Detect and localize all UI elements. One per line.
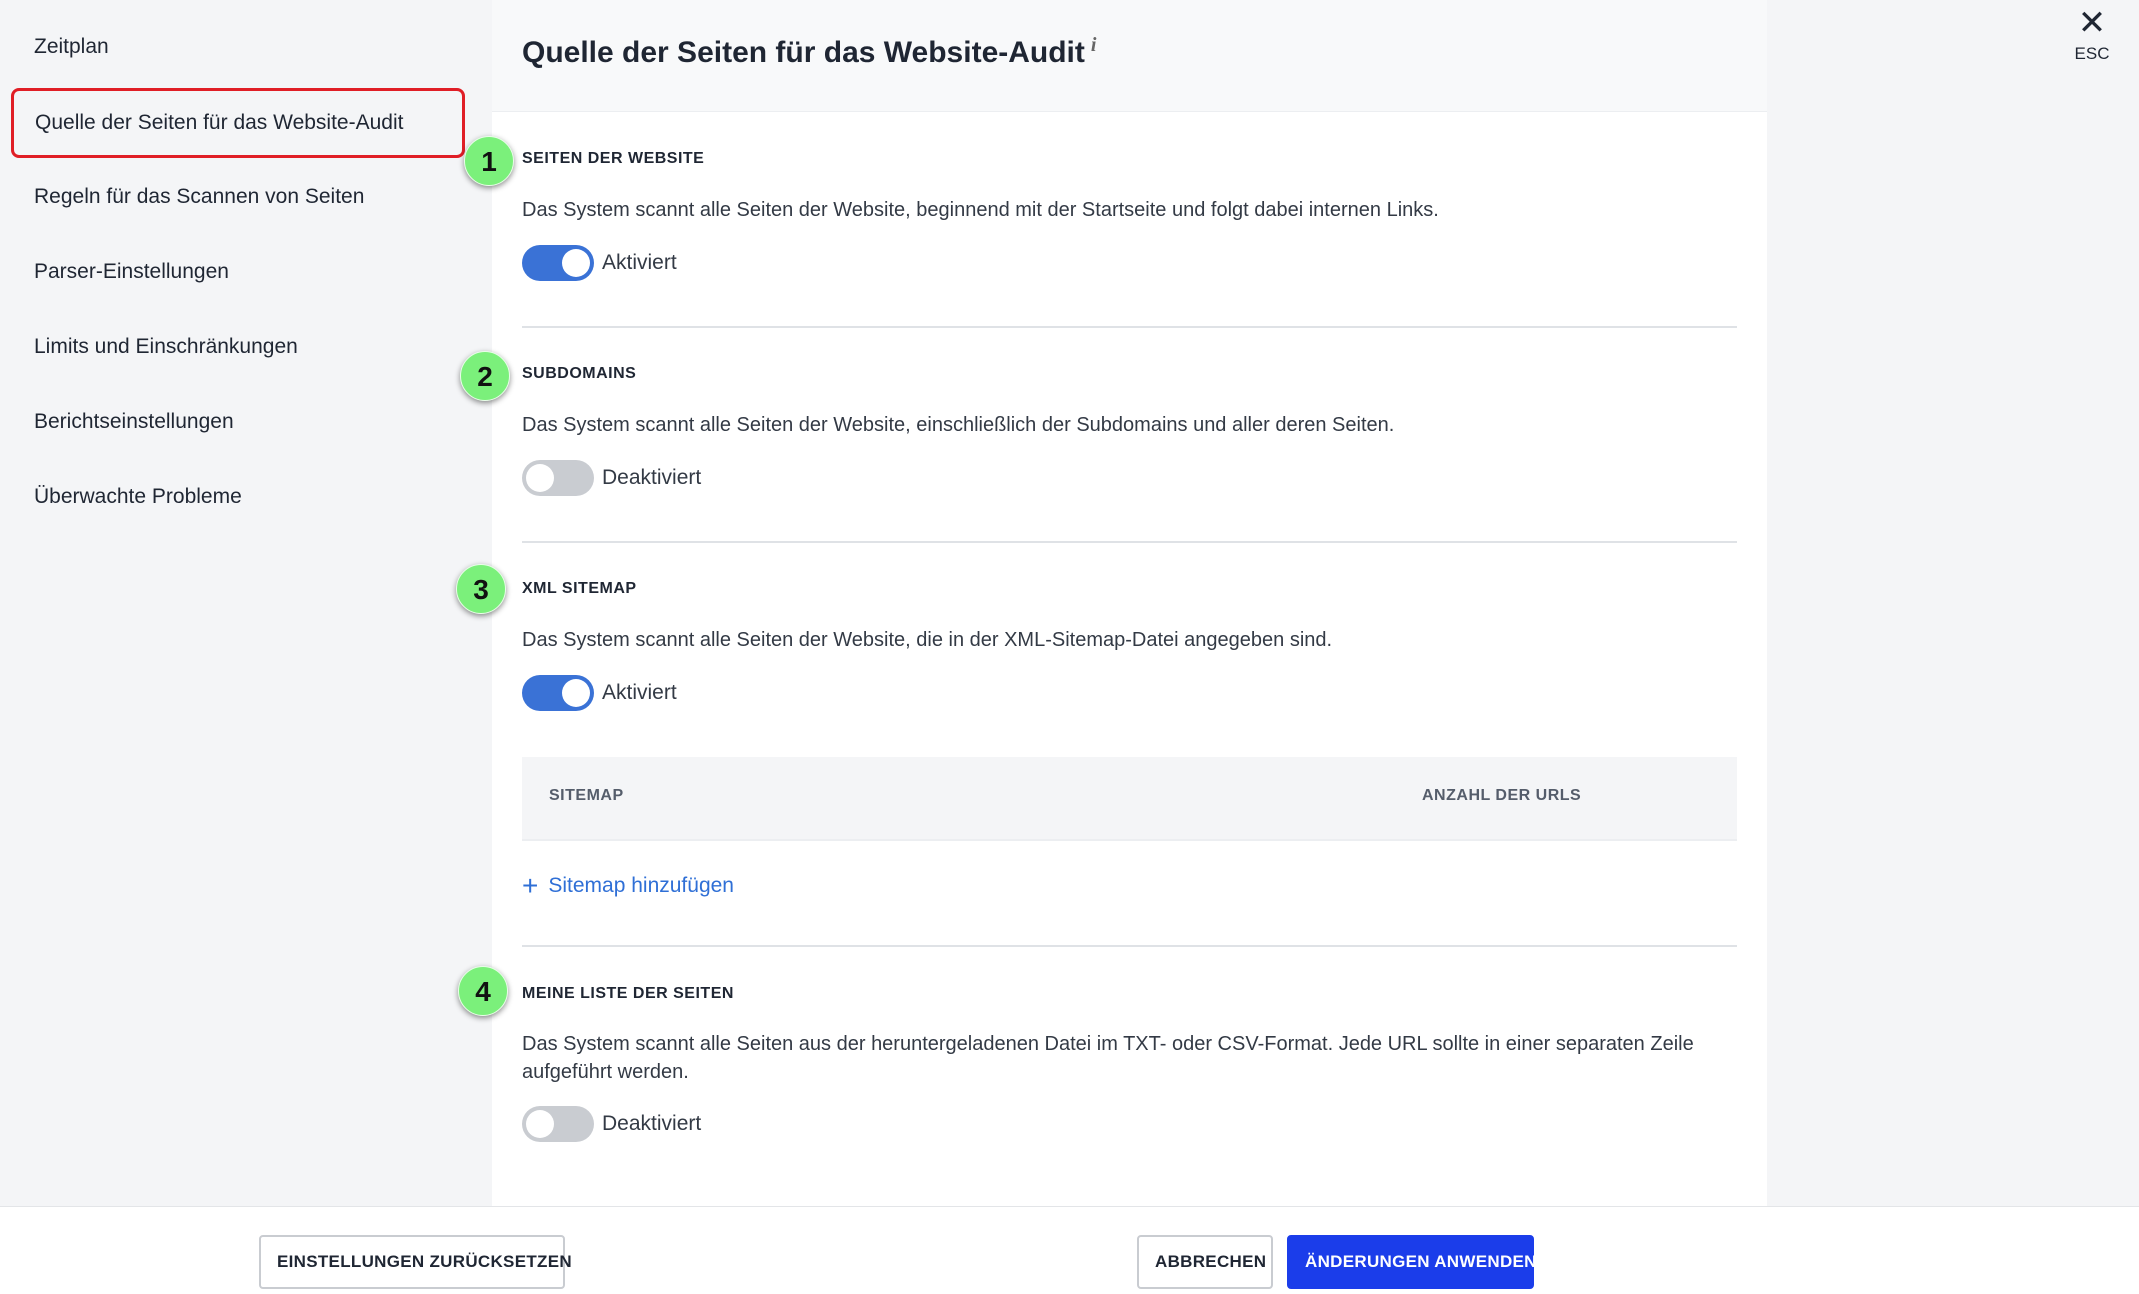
toggle-switch-my-page-list[interactable] [522, 1106, 594, 1142]
section-desc-my-page-list: Das System scannt alle Seiten aus der he… [522, 1033, 1694, 1083]
settings-panel: Quelle der Seiten für das Website-Audit i… [492, 0, 1767, 1206]
close-button[interactable]: ✕ ESC [2070, 6, 2114, 66]
sidebar-item-page-source[interactable]: Quelle der Seiten für das Website-Audit [11, 88, 465, 158]
section-desc-website-pages: Das System scannt alle Seiten der Websit… [522, 199, 1439, 221]
toggle-knob [526, 464, 554, 492]
section-divider [522, 541, 1737, 543]
apply-changes-button[interactable]: ÄNDERUNGEN ANWENDEN [1287, 1235, 1536, 1289]
toggle-knob [562, 249, 590, 277]
toggle-knob [526, 1110, 554, 1138]
section-desc-subdomains: Das System scannt alle Seiten der Websit… [522, 414, 1395, 436]
settings-sidebar: Zeitplan Quelle der Seiten für das Websi… [0, 0, 492, 1206]
esc-label: ESC [2074, 44, 2110, 63]
toggle-website-pages[interactable]: Aktiviert [522, 245, 677, 281]
annotation-badge-4: 4 [458, 966, 508, 1016]
sidebar-item-limits[interactable]: Limits und Einschränkungen [34, 329, 298, 365]
annotation-badge-2: 2 [460, 351, 510, 401]
toggle-switch-website-pages[interactable] [522, 245, 594, 281]
plus-icon: + [522, 870, 539, 901]
toggle-switch-subdomains[interactable] [522, 460, 594, 496]
toggle-my-page-list[interactable]: Deaktiviert [522, 1106, 701, 1142]
section-divider [522, 326, 1737, 328]
toggle-knob [562, 679, 590, 707]
page-title: Quelle der Seiten für das Website-Audit i [522, 34, 1096, 70]
section-divider [522, 945, 1737, 947]
panel-header: Quelle der Seiten für das Website-Audit i [492, 0, 1767, 112]
toggle-xml-sitemap[interactable]: Aktiviert [522, 675, 677, 711]
add-sitemap-label: Sitemap hinzufügen [548, 874, 734, 897]
toggle-status-xml-sitemap: Aktiviert [602, 681, 677, 704]
section-title-website-pages: SEITEN DER WEBSITE [522, 150, 705, 167]
footer-bar: EINSTELLUNGEN ZURÜCKSETZEN ABBRECHEN ÄND… [0, 1206, 2139, 1294]
info-icon[interactable]: i [1091, 34, 1097, 56]
table-header-url-count: ANZAHL DER URLS [1422, 787, 1582, 804]
sidebar-item-monitored-issues[interactable]: Überwachte Probleme [34, 479, 242, 515]
toggle-status-subdomains: Deaktiviert [602, 466, 702, 489]
sidebar-item-report-settings[interactable]: Berichtseinstellungen [34, 404, 234, 440]
annotation-badge-3: 3 [456, 564, 506, 614]
reset-settings-button[interactable]: EINSTELLUNGEN ZURÜCKSETZEN [259, 1235, 572, 1289]
section-title-my-page-list: MEINE LISTE DER SEITEN [522, 985, 734, 1002]
toggle-status-website-pages: Aktiviert [602, 251, 677, 274]
table-header-sitemap: SITEMAP [549, 787, 624, 804]
sidebar-item-zeitplan[interactable]: Zeitplan [34, 29, 109, 65]
section-desc-xml-sitemap: Das System scannt alle Seiten der Websit… [522, 629, 1333, 651]
toggle-subdomains[interactable]: Deaktiviert [522, 460, 701, 496]
sidebar-item-parser-settings[interactable]: Parser-Einstellungen [34, 254, 229, 290]
sidebar-item-scan-rules[interactable]: Regeln für das Scannen von Seiten [34, 179, 364, 215]
toggle-switch-xml-sitemap[interactable] [522, 675, 594, 711]
section-title-xml-sitemap: XML SITEMAP [522, 580, 637, 597]
page-title-text: Quelle der Seiten für das Website-Audit [522, 36, 1085, 69]
close-icon: ✕ [2077, 4, 2107, 42]
cancel-button[interactable]: ABBRECHEN [1137, 1235, 1273, 1289]
add-sitemap-link[interactable]: + Sitemap hinzufügen [522, 872, 734, 900]
annotation-badge-1: 1 [464, 136, 514, 186]
toggle-status-my-page-list: Deaktiviert [602, 1112, 702, 1135]
section-title-subdomains: SUBDOMAINS [522, 365, 637, 382]
sitemap-table: SITEMAP ANZAHL DER URLS [522, 757, 1737, 841]
